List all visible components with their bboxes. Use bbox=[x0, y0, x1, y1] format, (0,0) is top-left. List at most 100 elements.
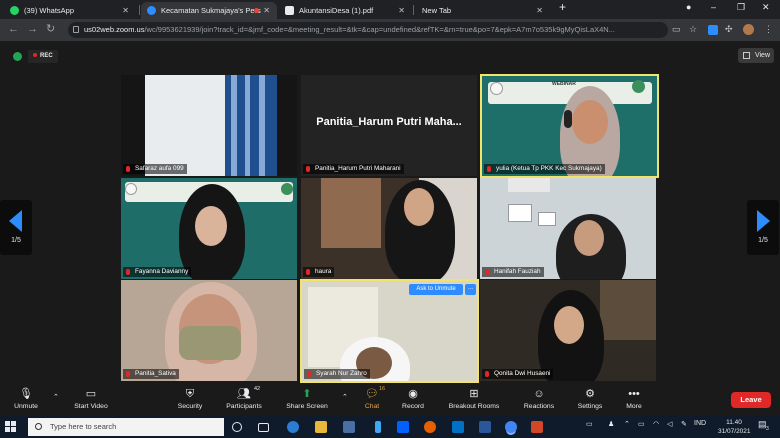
firefox-icon[interactable] bbox=[424, 421, 436, 433]
browser-tab-bar: (39) WhatsApp ✕ Kecamatan Sukmajaya's Pe… bbox=[0, 0, 780, 19]
video-tile[interactable]: haura bbox=[301, 178, 477, 279]
rec-label: REC bbox=[40, 53, 53, 59]
reactions-icon: ☺ bbox=[533, 388, 545, 400]
more-button[interactable]: ••• More bbox=[620, 387, 648, 410]
share-screen-button[interactable]: ⬆ Share Screen bbox=[284, 387, 330, 410]
app-icon[interactable] bbox=[375, 421, 381, 433]
meeting-controls: 🎙︎ Unmute ⌃ ▭ Start Video ⛨ Security 👥︎ … bbox=[0, 386, 780, 416]
start-video-button[interactable]: ▭ Start Video bbox=[70, 387, 112, 410]
participant-name: Fayanna Davianny bbox=[123, 267, 192, 277]
video-tile[interactable]: Fayanna Davianny bbox=[121, 178, 297, 279]
security-button[interactable]: ⛨ Security bbox=[174, 387, 206, 410]
chevron-up-icon[interactable]: ⌃ bbox=[624, 420, 630, 428]
zoom-extension-icon[interactable] bbox=[708, 25, 718, 35]
video-off-icon: ▭ bbox=[85, 388, 97, 400]
breakout-rooms-button[interactable]: ⊞ Breakout Rooms bbox=[444, 387, 504, 410]
muted-mic-icon bbox=[126, 371, 130, 377]
windows-start-icon[interactable] bbox=[5, 421, 17, 433]
encryption-shield-icon[interactable] bbox=[13, 52, 22, 61]
more-options-button[interactable]: ... bbox=[465, 284, 476, 295]
file-explorer-icon[interactable] bbox=[315, 421, 327, 433]
task-view-icon[interactable] bbox=[258, 423, 269, 432]
minimize-icon[interactable]: – bbox=[711, 2, 716, 12]
muted-mic-icon bbox=[487, 166, 491, 172]
video-tile[interactable]: Panitia_Harum Putri Maha... Panitia_Haru… bbox=[301, 75, 477, 176]
tab-pdf[interactable]: AkuntansiDesa (1).pdf ✕ bbox=[279, 2, 412, 19]
unmute-button[interactable]: 🎙︎ Unmute bbox=[10, 387, 42, 410]
video-tile[interactable]: Safaraz aufa 099 bbox=[121, 75, 297, 176]
tab-zoom-meeting[interactable]: Kecamatan Sukmajaya's Pers ✕ bbox=[141, 2, 277, 19]
record-button[interactable]: ◉ Record bbox=[398, 387, 428, 410]
chevron-up-icon[interactable]: ⌃ bbox=[342, 393, 348, 401]
video-tile[interactable]: Panitia_Sativa bbox=[121, 280, 297, 381]
forward-icon[interactable]: → bbox=[27, 23, 38, 36]
participant-name: Panitia_Sativa bbox=[123, 369, 179, 379]
muted-mic-icon bbox=[485, 269, 489, 275]
next-page-button[interactable]: 1/5 bbox=[747, 200, 779, 255]
webinar-banner: WEBINAR bbox=[552, 81, 576, 87]
participant-name: Hanifah Fauziah bbox=[482, 267, 544, 277]
weather-icon[interactable]: ▭ bbox=[586, 420, 593, 428]
profile-menu-icon[interactable]: ● bbox=[686, 2, 691, 12]
video-tile[interactable]: Hanifah Fauziah bbox=[480, 178, 656, 279]
avatar[interactable] bbox=[743, 24, 754, 35]
language-indicator[interactable]: IND bbox=[694, 420, 706, 427]
close-icon[interactable]: ✕ bbox=[398, 2, 405, 19]
view-button[interactable]: View bbox=[738, 48, 774, 63]
tab-whatsapp[interactable]: (39) WhatsApp ✕ bbox=[4, 2, 136, 19]
participant-display-name: Panitia_Harum Putri Maha... bbox=[316, 116, 462, 128]
search-icon bbox=[35, 423, 42, 430]
camera-icon[interactable]: ▭ bbox=[672, 24, 681, 35]
previous-page-button[interactable]: 1/5 bbox=[0, 200, 32, 255]
edge-icon[interactable] bbox=[287, 421, 299, 433]
new-tab-button[interactable]: + bbox=[559, 0, 566, 14]
video-tile[interactable]: Ask to Unmute ... Syarah Nur Zahro bbox=[300, 279, 479, 383]
taskbar-search-input[interactable]: Type here to search bbox=[28, 418, 224, 436]
extensions-icon[interactable]: ✣ bbox=[725, 24, 733, 35]
battery-icon[interactable]: ▭ bbox=[638, 420, 645, 428]
people-icon[interactable]: ♟ bbox=[608, 420, 614, 428]
restore-icon[interactable]: ❐ bbox=[737, 2, 745, 13]
menu-icon[interactable]: ⋮ bbox=[764, 24, 773, 35]
recording-indicator: REC bbox=[28, 50, 58, 63]
close-icon[interactable]: ✕ bbox=[536, 2, 543, 19]
page-indicator: 1/5 bbox=[758, 237, 768, 244]
window-close-icon[interactable]: ✕ bbox=[762, 2, 770, 13]
muted-mic-icon bbox=[485, 371, 489, 377]
participant-name: Syarah Nur Zahro bbox=[304, 369, 370, 379]
settings-button[interactable]: ⚙ Settings bbox=[574, 387, 606, 410]
record-icon: ◉ bbox=[408, 388, 418, 400]
dropbox-icon[interactable] bbox=[397, 421, 409, 433]
word-icon[interactable] bbox=[479, 421, 491, 433]
tab-label: AkuntansiDesa (1).pdf bbox=[299, 6, 374, 15]
participant-name: haura bbox=[303, 267, 335, 277]
leave-button[interactable]: Leave bbox=[731, 392, 771, 408]
close-icon[interactable]: ✕ bbox=[122, 2, 129, 19]
video-tile[interactable]: Qonita Dwi Husaeni bbox=[480, 280, 656, 381]
video-tile-active-speaker[interactable]: WEBINAR yulia (Ketua Tp PKK Kec Sukmajay… bbox=[480, 74, 659, 178]
participants-button[interactable]: 👥︎ 42 Participants bbox=[222, 386, 266, 410]
system-clock[interactable]: 11.40 31/07/2021 bbox=[718, 418, 751, 436]
tab-new-tab[interactable]: New Tab ✕ bbox=[414, 2, 550, 19]
chevron-up-icon[interactable]: ⌃ bbox=[53, 393, 59, 401]
powerpoint-icon[interactable] bbox=[531, 421, 543, 433]
volume-icon[interactable]: ◁ bbox=[667, 420, 672, 428]
close-icon[interactable]: ✕ bbox=[263, 2, 270, 19]
globe-icon bbox=[285, 6, 294, 15]
cortana-icon[interactable] bbox=[232, 422, 242, 432]
store-icon[interactable] bbox=[343, 421, 355, 433]
pen-icon[interactable]: ✎ bbox=[681, 420, 687, 428]
shield-icon: ⛨ bbox=[185, 388, 195, 400]
back-icon[interactable]: ← bbox=[8, 23, 19, 36]
notification-count: 3 bbox=[766, 426, 769, 432]
wifi-icon[interactable]: ◠ bbox=[653, 420, 659, 428]
reactions-button[interactable]: ☺ Reactions bbox=[520, 387, 558, 410]
address-bar[interactable]: us02web.zoom.us/wc/9953621939/join?track… bbox=[68, 22, 668, 38]
url-host: us02web.zoom.us bbox=[84, 25, 145, 34]
chat-button[interactable]: 💬︎ 16 Chat bbox=[359, 386, 385, 410]
chrome-icon[interactable] bbox=[505, 421, 517, 433]
reload-icon[interactable]: ↻ bbox=[46, 23, 55, 36]
ask-to-unmute-button[interactable]: Ask to Unmute bbox=[409, 284, 463, 295]
mail-icon[interactable] bbox=[452, 421, 464, 433]
star-icon[interactable]: ☆ bbox=[689, 24, 697, 35]
